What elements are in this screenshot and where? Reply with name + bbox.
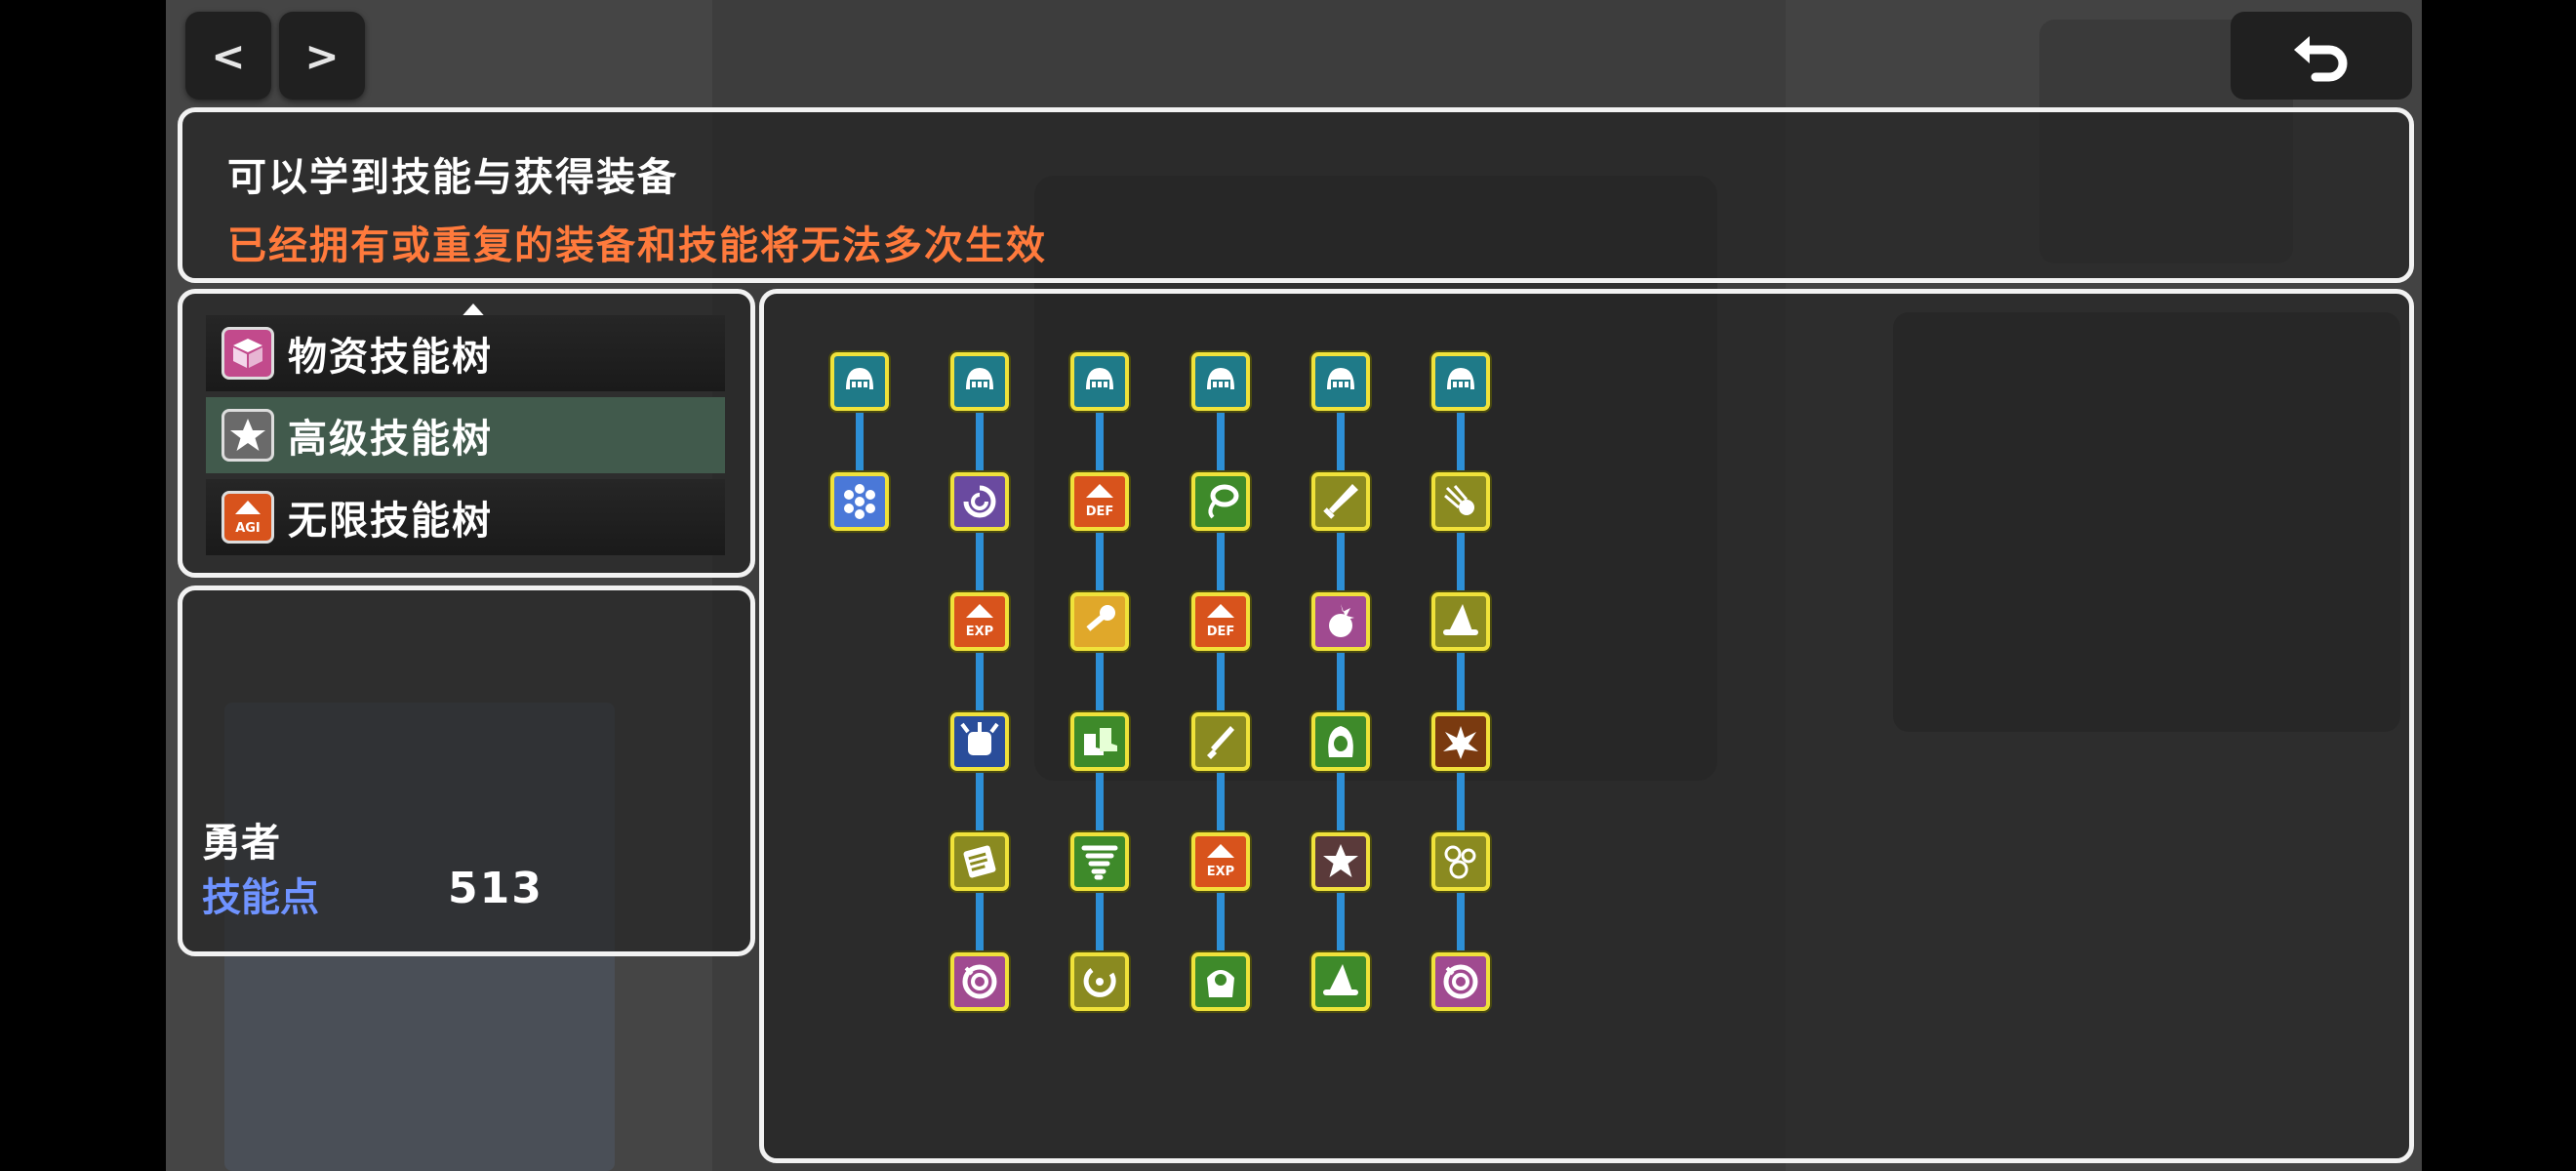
bubbles-icon bbox=[1444, 845, 1476, 879]
star-icon bbox=[221, 409, 274, 462]
helmet-icon bbox=[1206, 368, 1234, 389]
skill-node-label: EXP bbox=[1206, 865, 1233, 879]
armor-icon bbox=[1206, 970, 1234, 997]
skill-node[interactable]: EXP bbox=[950, 592, 1010, 651]
skill-points-label: 技能点 bbox=[202, 875, 319, 920]
tree-item-advanced[interactable]: 高级技能树 bbox=[206, 397, 725, 473]
helmet-icon bbox=[1447, 368, 1474, 389]
hood-icon bbox=[1327, 726, 1353, 757]
skill-node[interactable] bbox=[1310, 712, 1370, 771]
tree-label: 物资技能树 bbox=[288, 335, 493, 380]
info-text: 可以学到技能与获得装备 bbox=[227, 155, 678, 200]
agi-up-icon: AGI bbox=[221, 491, 274, 544]
skill-node[interactable] bbox=[950, 352, 1010, 411]
def-up-icon: DEF bbox=[1206, 604, 1234, 639]
skill-tree-list: 物资技能树 高级技能树 AGI 无限技能树 bbox=[178, 289, 755, 578]
warning-text: 已经拥有或重复的装备和技能将无法多次生效 bbox=[227, 223, 1047, 268]
exp-up-icon: EXP bbox=[966, 604, 993, 639]
skill-node[interactable] bbox=[1431, 712, 1490, 771]
skill-node[interactable] bbox=[1431, 952, 1490, 1011]
next-button[interactable]: > bbox=[279, 12, 365, 100]
tornado-icon bbox=[1081, 845, 1118, 880]
skill-node[interactable] bbox=[1310, 832, 1370, 891]
hero-panel: 勇者 技能点 513 bbox=[178, 586, 755, 956]
skill-node-label: DEF bbox=[1086, 505, 1114, 519]
dagger-icon bbox=[1206, 726, 1234, 759]
snowflake-icon bbox=[844, 484, 875, 519]
skill-node[interactable] bbox=[1190, 352, 1250, 411]
tree-icon-text: AGI bbox=[235, 521, 261, 536]
prev-button[interactable]: < bbox=[185, 12, 271, 100]
spiked-gauntlet-icon bbox=[960, 722, 999, 755]
skill-node[interactable] bbox=[1070, 712, 1130, 771]
skill-points-value: 513 bbox=[448, 864, 543, 913]
game-screen: < > 可以学到技能与获得装备 已经拥有或重复的装备和技能将无法多次生效 物资技… bbox=[166, 0, 2422, 1171]
skill-node[interactable] bbox=[1310, 952, 1370, 1011]
skill-node[interactable]: DEF bbox=[1070, 472, 1130, 531]
exp-up-icon: EXP bbox=[1206, 844, 1234, 879]
skill-node[interactable] bbox=[1070, 952, 1130, 1011]
comet-icon bbox=[1444, 485, 1474, 515]
back-button[interactable] bbox=[2231, 12, 2412, 100]
burst-icon bbox=[1328, 604, 1354, 637]
skill-node[interactable] bbox=[1070, 592, 1130, 651]
info-panel: 可以学到技能与获得装备 已经拥有或重复的装备和技能将无法多次生效 bbox=[178, 107, 2414, 283]
skill-node[interactable] bbox=[1070, 832, 1130, 891]
skill-node[interactable] bbox=[1310, 472, 1370, 531]
wizard-hat-icon bbox=[1322, 964, 1358, 995]
helmet-icon bbox=[1086, 368, 1114, 389]
explosion-icon bbox=[1443, 726, 1478, 759]
swirl-icon bbox=[1084, 967, 1116, 997]
supply-box-icon bbox=[221, 327, 274, 380]
tree-item-infinite[interactable]: AGI 无限技能树 bbox=[206, 479, 725, 555]
magic-ring-icon bbox=[962, 964, 997, 999]
key-icon bbox=[1086, 605, 1116, 631]
tree-label: 无限技能树 bbox=[288, 499, 493, 544]
skill-node[interactable]: EXP bbox=[1190, 832, 1250, 891]
wizard-hat-icon bbox=[1443, 604, 1478, 635]
sword-icon bbox=[1323, 484, 1358, 519]
helmet-icon bbox=[1326, 368, 1354, 389]
skill-node[interactable] bbox=[830, 472, 889, 531]
lasso-icon bbox=[1208, 484, 1239, 519]
skill-node[interactable] bbox=[1190, 472, 1250, 531]
skill-grid: EXP DEF DEF EXP bbox=[759, 289, 2414, 1163]
scroll-icon bbox=[963, 845, 996, 878]
tree-item-supply[interactable]: 物资技能树 bbox=[206, 315, 725, 391]
skill-node[interactable] bbox=[950, 952, 1010, 1011]
boots-icon bbox=[1084, 728, 1118, 755]
def-up-icon: DEF bbox=[1086, 484, 1114, 519]
helmet-icon bbox=[846, 368, 873, 389]
star-icon bbox=[1322, 844, 1358, 877]
skill-node[interactable] bbox=[1070, 352, 1130, 411]
skill-node[interactable] bbox=[1431, 472, 1490, 531]
skill-node[interactable] bbox=[1431, 832, 1490, 891]
skill-node[interactable] bbox=[830, 352, 889, 411]
return-arrow-icon bbox=[2294, 36, 2348, 82]
skill-node[interactable] bbox=[1190, 952, 1250, 1011]
tree-label: 高级技能树 bbox=[288, 417, 493, 462]
skill-node-label: DEF bbox=[1206, 625, 1234, 639]
skill-node[interactable] bbox=[950, 832, 1010, 891]
vortex-icon bbox=[963, 485, 996, 518]
skill-node[interactable] bbox=[950, 712, 1010, 771]
skill-node[interactable] bbox=[1190, 712, 1250, 771]
helmet-icon bbox=[966, 368, 994, 389]
skill-node[interactable] bbox=[1431, 592, 1490, 651]
magic-ring-icon bbox=[1443, 964, 1478, 999]
skill-node-label: EXP bbox=[966, 625, 993, 639]
skill-node[interactable] bbox=[950, 472, 1010, 531]
skill-node[interactable]: DEF bbox=[1190, 592, 1250, 651]
skill-node[interactable] bbox=[1310, 352, 1370, 411]
skill-node[interactable] bbox=[1310, 592, 1370, 651]
skill-node[interactable] bbox=[1431, 352, 1490, 411]
hero-name: 勇者 bbox=[202, 821, 280, 866]
